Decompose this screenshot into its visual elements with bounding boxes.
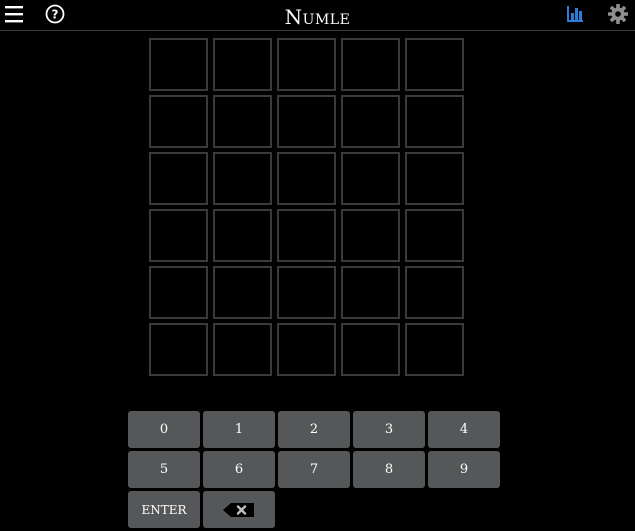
tile	[213, 38, 272, 91]
game-board	[149, 38, 464, 380]
tile	[277, 266, 336, 319]
gear-icon[interactable]	[607, 3, 629, 25]
stats-icon[interactable]	[565, 4, 587, 24]
board-row	[149, 266, 464, 319]
tile	[277, 209, 336, 262]
board-row	[149, 95, 464, 148]
tile	[277, 38, 336, 91]
tile	[213, 95, 272, 148]
board-row	[149, 323, 464, 376]
tile	[341, 323, 400, 376]
tile	[277, 323, 336, 376]
keyboard-row: 5 6 7 8 9	[128, 451, 503, 488]
keyboard-row: 0 1 2 3 4	[128, 411, 503, 448]
tile	[405, 209, 464, 262]
page-title: Numle	[284, 5, 351, 29]
keyboard: 0 1 2 3 4 5 6 7 8 9 ENTER	[128, 411, 503, 531]
backspace-icon	[223, 502, 254, 517]
tile	[213, 266, 272, 319]
key-9[interactable]: 9	[428, 451, 500, 488]
key-1[interactable]: 1	[203, 411, 275, 448]
tile	[213, 152, 272, 205]
tile	[341, 266, 400, 319]
tile	[149, 38, 208, 91]
backspace-button[interactable]	[203, 491, 275, 528]
tile	[405, 152, 464, 205]
board-row	[149, 209, 464, 262]
board-row	[149, 38, 464, 91]
tile	[405, 266, 464, 319]
tile	[341, 38, 400, 91]
key-4[interactable]: 4	[428, 411, 500, 448]
key-6[interactable]: 6	[203, 451, 275, 488]
key-7[interactable]: 7	[278, 451, 350, 488]
tile	[405, 95, 464, 148]
key-0[interactable]: 0	[128, 411, 200, 448]
key-3[interactable]: 3	[353, 411, 425, 448]
tile	[341, 152, 400, 205]
tile	[149, 95, 208, 148]
key-8[interactable]: 8	[353, 451, 425, 488]
tile	[213, 209, 272, 262]
tile	[149, 323, 208, 376]
tile	[149, 152, 208, 205]
tile	[341, 95, 400, 148]
key-2[interactable]: 2	[278, 411, 350, 448]
tile	[405, 323, 464, 376]
tile	[405, 38, 464, 91]
key-5[interactable]: 5	[128, 451, 200, 488]
board-row	[149, 152, 464, 205]
header: ? Numle	[0, 0, 635, 31]
tile	[277, 152, 336, 205]
tile	[277, 95, 336, 148]
enter-button[interactable]: ENTER	[128, 491, 200, 528]
keyboard-row: ENTER	[128, 491, 503, 528]
tile	[213, 323, 272, 376]
tile	[341, 209, 400, 262]
tile	[149, 266, 208, 319]
tile	[149, 209, 208, 262]
